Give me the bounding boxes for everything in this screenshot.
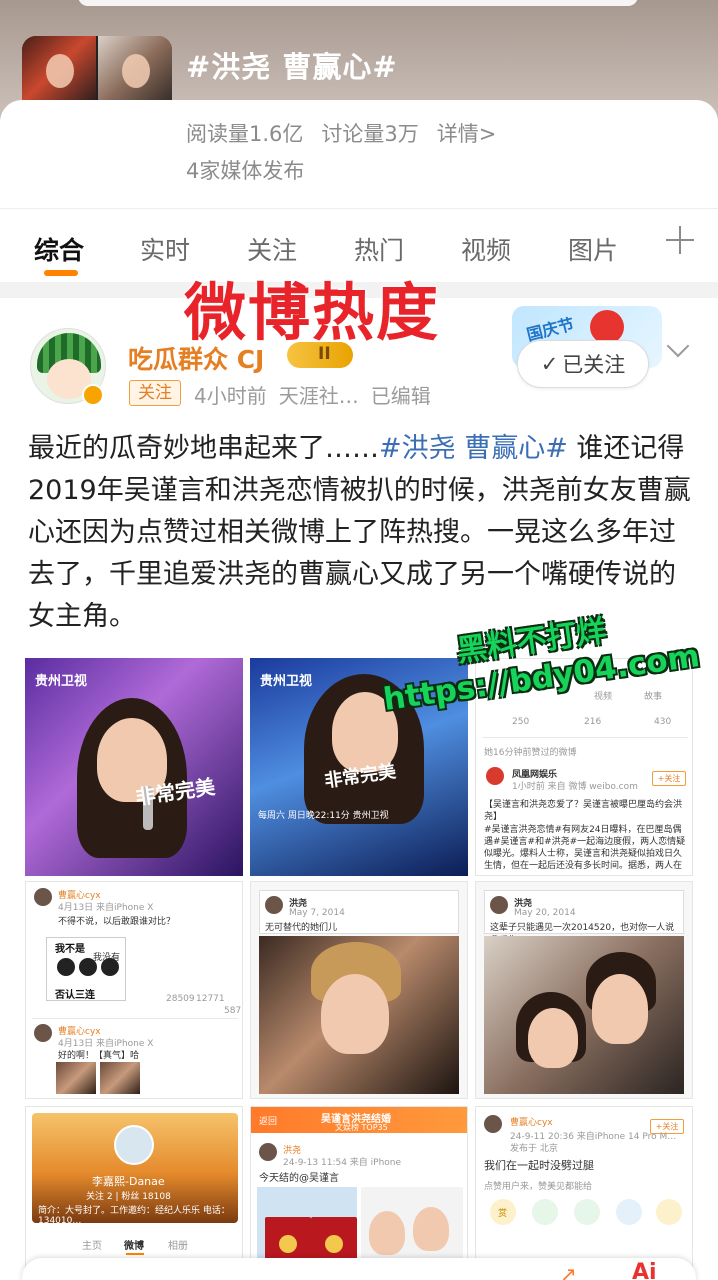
- hot-topic-rank: 文娱榜 TOP35: [335, 1123, 388, 1132]
- post-image-7[interactable]: 李嘉熙-Danae 关注 2 | 粉丝 18108 简介：大号封了。工作邀约：经…: [25, 1106, 243, 1280]
- verified-badge-icon: [82, 384, 104, 406]
- profile-tab-weibo: 微博: [124, 1241, 144, 1252]
- mini-text: 我们在一起时没劈过腿: [484, 1159, 594, 1172]
- mini-username: 曹赢心cyx: [510, 1118, 553, 1128]
- post-meta: 4小时前 天涯社… 已编辑: [194, 380, 431, 409]
- mini-comment-count: 12771: [196, 994, 225, 1004]
- post-image-9[interactable]: 曹赢心cyx 24-9-11 20:36 来自iPhone 14 Pro M… …: [475, 1106, 693, 1280]
- meme-top-text: 我不是: [55, 944, 85, 955]
- tab-video[interactable]: 视频: [461, 231, 511, 267]
- mini-like-count: 587: [224, 1006, 242, 1016]
- followed-button[interactable]: ✓ 已关注: [517, 340, 649, 388]
- bottom-input-bar[interactable]: [22, 1258, 696, 1280]
- moments-icon: [574, 1199, 600, 1225]
- meme-image: 我不是 我没有 否认三连: [46, 937, 126, 1001]
- screenshot-tab: 故事: [644, 692, 663, 702]
- post-image-4[interactable]: 曹赢心cyx 4月13日 来自iPhone X 不得不说，以后敢跟谁对比？ 我不…: [25, 881, 243, 1099]
- mini-text: 好的啊！【真气】哈: [58, 1051, 140, 1061]
- post-text-intro: 最近的瓜奇妙地串起来了……: [28, 433, 379, 464]
- weibo-topic-page: #洪尧 曹赢心# 阅读量1.6亿 讨论量3万 详情> 4家媒体发布 综合 实时 …: [0, 0, 718, 1280]
- mini-footer: 点赞用户来，赞美见都能给: [484, 1182, 593, 1192]
- mini-time: 24-9-13 11:54 来自 iPhone: [283, 1158, 402, 1168]
- post-image-6[interactable]: 洪尧 May 20, 2014 这辈子只能遇见一次2014520，也对你一人说我…: [475, 881, 693, 1099]
- hashtag-link[interactable]: #洪尧 曹赢心#: [379, 433, 568, 464]
- post-image-1[interactable]: 贵州卫视 非常完美: [25, 658, 243, 876]
- tab-comprehensive[interactable]: 综合: [34, 231, 84, 267]
- wechat-icon: [532, 1199, 558, 1225]
- cover-thumb-1: [22, 36, 96, 110]
- reward-label: 赏: [498, 1209, 508, 1219]
- topic-stats-card: [0, 100, 718, 210]
- profile-follow-count: 关注 2 | 粉丝 18108: [86, 1192, 171, 1202]
- repost-count: 250: [512, 717, 530, 727]
- mini-text: 今天结的@吴谨言: [259, 1173, 339, 1184]
- add-tab-icon[interactable]: [664, 224, 696, 256]
- mini-date: May 20, 2014: [514, 908, 576, 918]
- collect-icon: [656, 1199, 682, 1225]
- profile-tab-album: 相册: [168, 1241, 188, 1252]
- cover-thumb-2: [98, 36, 172, 110]
- post-source: 天涯社…: [278, 384, 359, 408]
- mini-follow-button: +关注: [652, 771, 686, 786]
- mini-date: May 7, 2014: [289, 908, 345, 918]
- like-count: 430: [654, 717, 672, 727]
- news-body: #吴谨言洪尧恋情#有网友24日曝料，在巴厘岛偶遇#吴谨言#和#洪尧#一起海边度假…: [484, 825, 686, 871]
- follow-tag: 关注: [129, 380, 181, 406]
- active-tab-indicator: [44, 270, 78, 276]
- recent-like-note: 她16分钟前赞过的微博: [484, 748, 577, 758]
- meme-bottom-text: 否认三连: [55, 990, 95, 1001]
- tab-realtime[interactable]: 实时: [140, 231, 190, 267]
- profile-tab-home: 主页: [82, 1241, 102, 1252]
- post-time: 4小时前: [194, 384, 267, 408]
- back-link: 返回: [259, 1117, 278, 1127]
- edited-label: 已编辑: [370, 384, 431, 408]
- overlay-title: 微博热度: [184, 276, 441, 349]
- mini-text: 不得不说，以后敢跟谁对比？: [58, 917, 176, 927]
- topic-stats: 阅读量1.6亿 讨论量3万 详情>: [186, 118, 496, 148]
- trend-icon[interactable]: ↗: [560, 1262, 577, 1280]
- post-image-5[interactable]: 洪尧 May 7, 2014 无可替代的她们儿: [250, 881, 468, 1099]
- mini-location: 发布于 北京: [510, 1144, 558, 1154]
- profile-avatar: [114, 1125, 154, 1165]
- profile-bio: 简介：大号封了。工作邀约：经纪人乐乐 电话：134010…: [38, 1206, 230, 1226]
- weibo-eye-mascot-icon: [590, 310, 624, 344]
- tv-logo: 贵州卫视: [35, 674, 88, 689]
- media-count[interactable]: 4家媒体发布: [186, 155, 304, 185]
- profile-name: 李嘉熙-Danae: [92, 1175, 165, 1188]
- mini-follow-button: +关注: [650, 1119, 684, 1134]
- details-link[interactable]: 详情>: [437, 118, 497, 148]
- tab-images[interactable]: 图片: [568, 231, 618, 267]
- tv-logo: 贵州卫视: [260, 674, 313, 689]
- qq-icon: [616, 1199, 642, 1225]
- topic-title: #洪尧 曹赢心#: [186, 50, 398, 84]
- discussion-count: 讨论量3万: [321, 122, 419, 146]
- read-count: 阅读量1.6亿: [186, 122, 304, 146]
- followed-label: 已关注: [562, 353, 626, 377]
- check-icon: ✓: [540, 352, 559, 376]
- show-caption: 每周六 周日晚22:11分 贵州卫视: [258, 811, 389, 821]
- news-headline: 【吴谨言和洪尧恋爱了？吴谨言被曝巴厘岛约会洪尧】: [484, 800, 683, 822]
- search-bar-edge[interactable]: [78, 0, 638, 6]
- screenshot-tab: 视频: [594, 692, 613, 702]
- account-source: 1小时前 来自 微博 weibo.com: [512, 782, 638, 792]
- mini-time: 4月13日 来自iPhone X: [58, 903, 154, 913]
- mini-text: 无可替代的她们儿: [265, 923, 338, 933]
- post-image-8[interactable]: 返回 吴谨言洪尧结婚 文娱榜 TOP35 洪尧 24-9-13 11:54 来自…: [250, 1106, 468, 1280]
- comment-count: 216: [584, 717, 602, 727]
- ai-assistant-icon[interactable]: Ai: [632, 1260, 657, 1280]
- mini-repost-count: 28509: [166, 994, 195, 1004]
